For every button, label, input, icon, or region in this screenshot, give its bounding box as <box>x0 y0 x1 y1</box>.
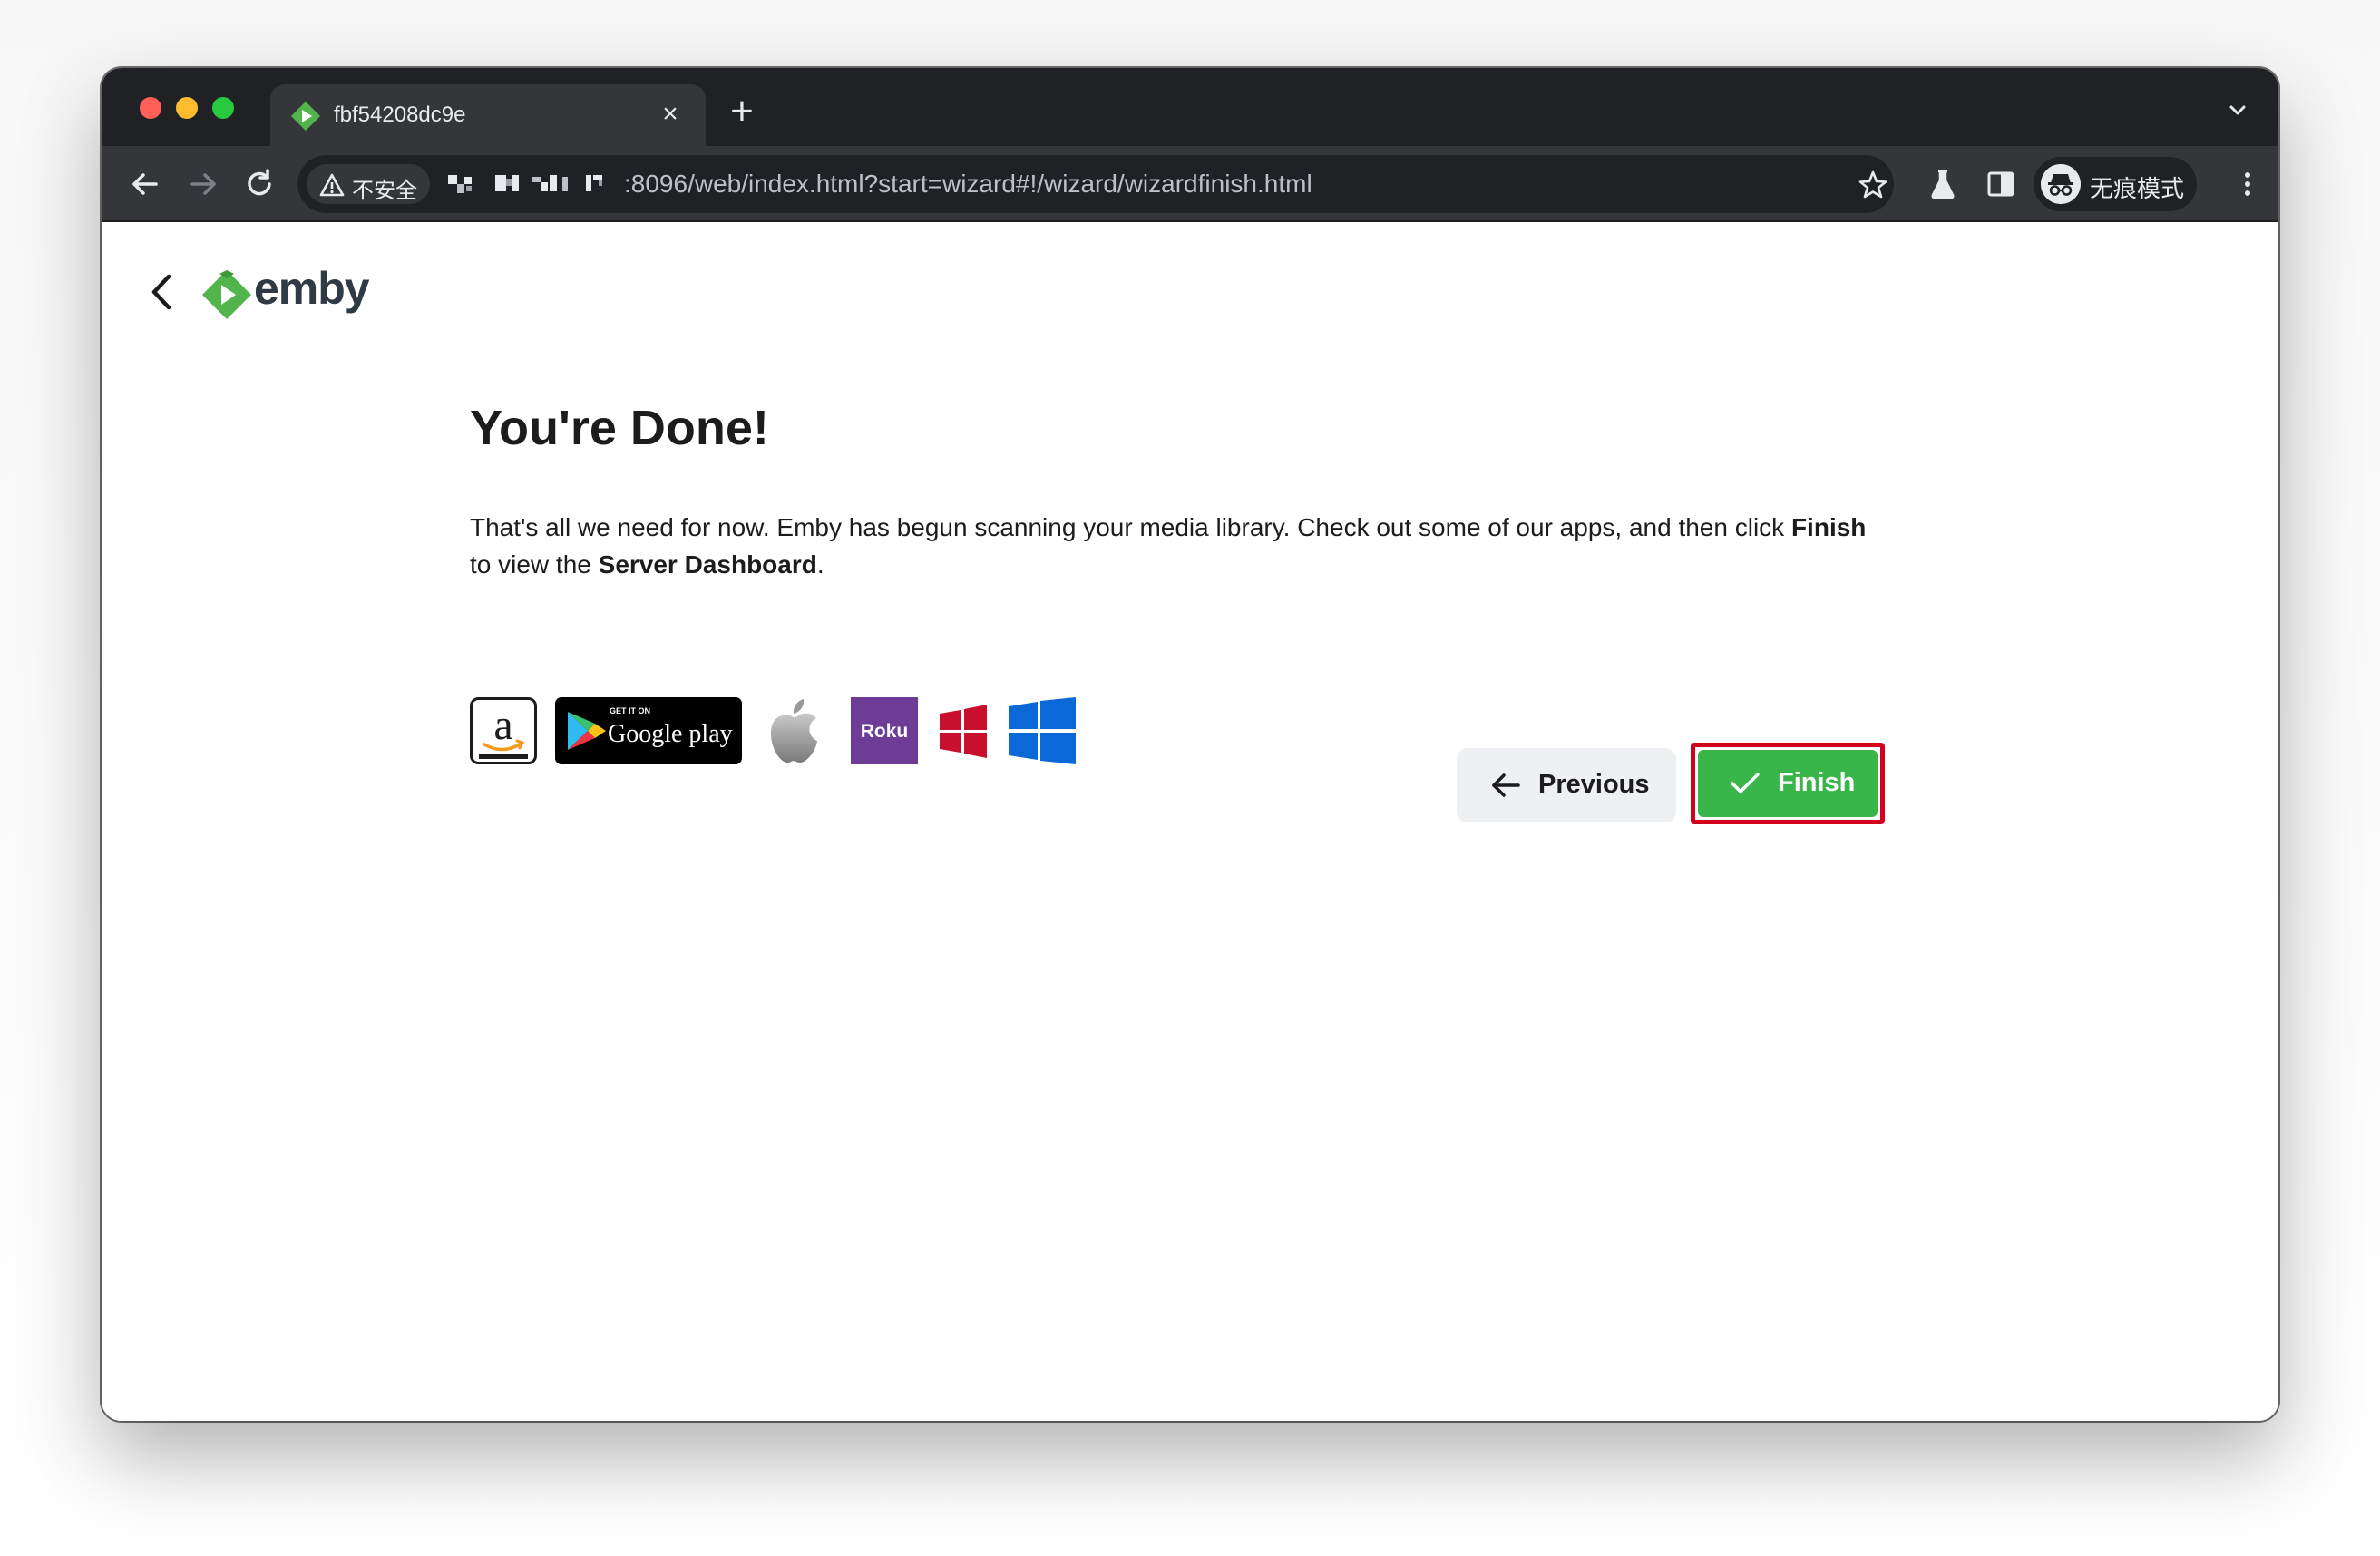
browser-toolbar: 不安全 :8096/web/index.html?start=wizard#!/… <box>102 146 2278 222</box>
warning-icon <box>319 173 345 197</box>
side-panel-icon[interactable] <box>1983 166 2019 202</box>
page-title: You're Done! <box>470 401 769 455</box>
google-play-badge[interactable]: GET IT ON Google play <box>555 697 742 764</box>
bookmark-star-icon[interactable] <box>1858 170 1888 200</box>
reload-icon[interactable] <box>239 164 279 204</box>
roku-label: Roku <box>861 721 909 742</box>
active-tab[interactable]: fbf54208dc9e × <box>270 84 706 146</box>
finish-button[interactable]: Finish <box>1698 750 1878 817</box>
google-play-small-text: GET IT ON <box>610 706 650 715</box>
apple-icon[interactable] <box>766 697 822 764</box>
google-play-label: Google play <box>608 720 733 748</box>
forward-arrow-icon[interactable] <box>183 164 223 204</box>
previous-button[interactable]: Previous <box>1457 748 1676 822</box>
emby-favicon-icon <box>291 102 320 131</box>
maximize-window-button[interactable] <box>212 97 234 119</box>
previous-button-label: Previous <box>1538 770 1650 799</box>
back-arrow-icon[interactable] <box>125 164 165 204</box>
emby-wordmark: emby <box>254 263 370 314</box>
roku-icon[interactable]: Roku <box>851 697 918 764</box>
incognito-label: 无痕模式 <box>2090 175 2185 202</box>
tab-title: fbf54208dc9e <box>334 102 466 127</box>
more-menu-icon[interactable] <box>2229 166 2266 202</box>
back-chevron-icon[interactable] <box>143 269 180 315</box>
emby-logo-icon <box>202 270 251 319</box>
description-text-3: . <box>816 550 824 579</box>
finish-button-label: Finish <box>1778 768 1856 797</box>
description-dashboard-word: Server Dashboard <box>598 550 817 579</box>
incognito-profile-button[interactable]: 无痕模式 <box>2034 157 2197 211</box>
new-tab-button[interactable]: + <box>724 92 760 131</box>
tab-close-icon[interactable]: × <box>655 99 686 130</box>
address-bar[interactable]: 不安全 :8096/web/index.html?start=wizard#!/… <box>298 155 1894 213</box>
page-content: emby You're Done! That's all we need for… <box>102 222 2278 1421</box>
amazon-appstore-icon[interactable]: a <box>470 697 537 764</box>
browser-window: fbf54208dc9e × + 不安全:8096/web/index.htm… <box>102 68 2278 1421</box>
incognito-icon <box>2041 164 2081 204</box>
not-secure-label: 不安全 <box>352 179 417 203</box>
site-info-chip[interactable]: 不安全 <box>307 164 430 204</box>
checkmark-icon <box>1731 773 1760 793</box>
minimize-window-button[interactable] <box>176 97 198 119</box>
svg-text:a: a <box>493 701 512 749</box>
app-links-row: a GET IT ON Google play Roku <box>470 697 1105 764</box>
url-text: :8096/web/index.html?start=wizard#!/wiza… <box>624 170 1312 198</box>
redacted-host-image <box>448 175 602 193</box>
description-text-2: to view the <box>470 550 599 579</box>
close-window-button[interactable] <box>140 97 161 119</box>
description-finish-word: Finish <box>1790 513 1867 541</box>
wizard-description: That's all we need for now. Emby has beg… <box>470 509 1885 583</box>
labs-flask-icon[interactable] <box>1925 166 1961 202</box>
description-text-1: That's all we need for now. Emby has beg… <box>470 513 1791 541</box>
windows-8-icon[interactable] <box>938 697 989 764</box>
windows-10-icon[interactable] <box>1009 697 1076 764</box>
tab-search-chevron-icon[interactable] <box>2224 97 2251 124</box>
arrow-left-icon <box>1492 773 1520 797</box>
tab-strip: fbf54208dc9e × + <box>102 68 2278 146</box>
